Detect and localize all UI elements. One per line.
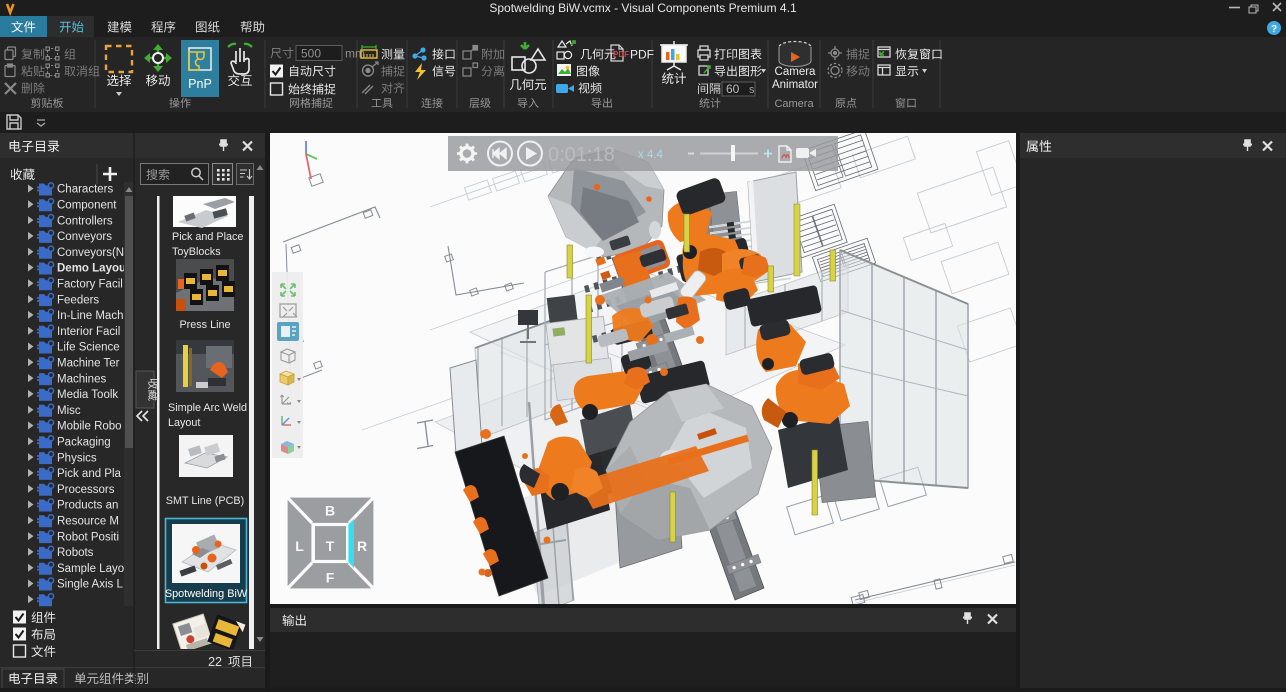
svg-text:SMT Line (PCB): SMT Line (PCB) [166,495,244,507]
svg-text:Media Toolk: Media Toolk [57,389,118,401]
svg-text:Animator: Animator [772,79,818,91]
svg-text:Camera: Camera [775,66,817,78]
svg-text:Component: Component [57,200,117,212]
svg-text:Resource M: Resource M [57,516,119,528]
svg-text:60: 60 [726,82,740,96]
svg-text:500: 500 [301,47,321,61]
svg-text:Simple Arc Weld: Simple Arc Weld [168,402,247,414]
svg-text:Misc: Misc [57,405,81,417]
svg-text:x 4.4: x 4.4 [638,149,664,161]
svg-text:Feeders: Feeders [57,294,99,306]
svg-text:Products an: Products an [57,500,118,512]
svg-text:Robot Positi: Robot Positi [57,531,119,543]
svg-text:Conveyors: Conveyors [57,231,112,243]
svg-text:Machine Ter: Machine Ter [57,358,120,370]
svg-text:Factory Facil: Factory Facil [57,279,123,291]
svg-text:Layout: Layout [168,417,200,429]
svg-text:Spotwelding BiW: Spotwelding BiW [165,588,248,600]
svg-text:Processors: Processors [57,484,115,496]
svg-text:Physics: Physics [57,452,97,464]
svg-text:ToyBlocks: ToyBlocks [172,246,221,258]
svg-text:Characters: Characters [57,184,113,196]
svg-text:L: L [295,538,304,554]
svg-text:In-Line Mach: In-Line Mach [57,310,123,322]
svg-text:Interior Facil: Interior Facil [57,326,120,338]
svg-text:Pick and Place: Pick and Place [172,231,243,243]
svg-text:PDF: PDF [630,48,654,62]
svg-text:Robots: Robots [57,547,94,559]
svg-text:R: R [357,538,367,554]
svg-text:s: s [749,84,755,96]
svg-text:Camera: Camera [774,98,814,110]
svg-text:Press Line: Press Line [179,319,230,331]
svg-text:Pick and Pla: Pick and Pla [57,468,122,480]
svg-text:Single Axis L: Single Axis L [57,579,123,591]
svg-text:F: F [326,570,335,586]
svg-text:Life Science: Life Science [57,342,120,354]
svg-text:22: 22 [208,655,222,669]
svg-text:PnP: PnP [188,77,212,91]
svg-text:0:01:18: 0:01:18 [548,144,615,166]
svg-text:Spotwelding BiW.vcmx - Visual: Spotwelding BiW.vcmx - Visual Components… [489,1,797,15]
svg-text:Mobile Robo: Mobile Robo [57,421,122,433]
svg-text:B: B [325,503,335,519]
svg-text:Sample Layo: Sample Layo [57,563,124,575]
svg-text:Machines: Machines [57,373,106,385]
svg-text:PDF: PDF [613,50,629,59]
svg-text:Controllers: Controllers [57,215,113,227]
svg-text:?: ? [1271,24,1277,35]
svg-text:Conveyors(N: Conveyors(N [57,247,124,259]
svg-text:T: T [326,538,335,554]
svg-text:Demo Layou: Demo Layou [57,263,126,275]
svg-text:Packaging: Packaging [57,437,111,449]
